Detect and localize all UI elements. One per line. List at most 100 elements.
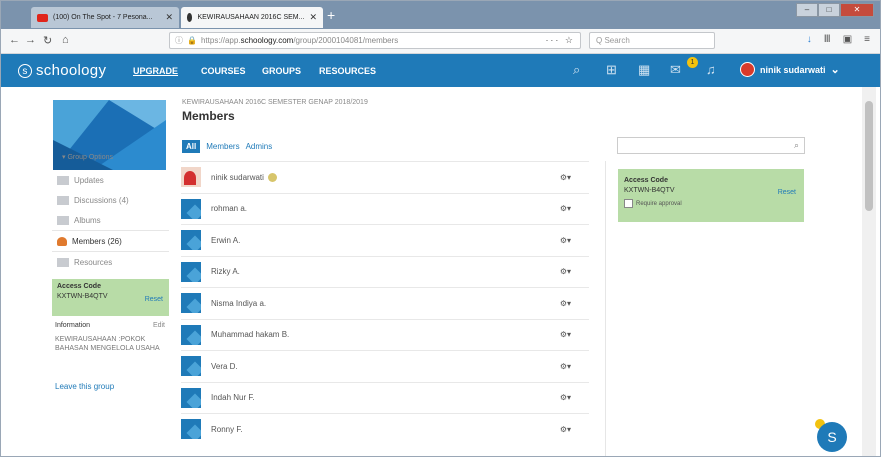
filter-members[interactable]: Members xyxy=(206,142,239,151)
list-item: Nisma Indiya a. ⚙▾ xyxy=(181,287,589,319)
browser-search-input[interactable]: Q Search xyxy=(589,32,715,49)
tab-label: (100) On The Spot - 7 Pesona... xyxy=(53,14,153,21)
menu-resources[interactable]: RESOURCES xyxy=(319,66,376,76)
member-name[interactable]: ninik sudarwati xyxy=(211,172,277,182)
tab-schoology[interactable]: KEWIRAUSAHAAN 2016C SEM... ✕ xyxy=(181,7,323,28)
member-name[interactable]: Erwin A. xyxy=(211,236,240,245)
member-search-input[interactable]: ⌕ xyxy=(617,137,805,154)
sidebar-item-discussions[interactable]: Discussions (4) xyxy=(52,190,169,210)
right-column: Access Code KXTWN-B4QTV Reset Require ap… xyxy=(605,161,816,456)
window-close-button[interactable]: ✕ xyxy=(840,3,874,17)
gear-icon[interactable]: ⚙▾ xyxy=(560,362,571,371)
list-item: Ronny F. ⚙▾ xyxy=(181,413,589,445)
gear-icon[interactable]: ⚙▾ xyxy=(560,299,571,308)
filter-admins[interactable]: Admins xyxy=(246,142,273,151)
checkbox-icon xyxy=(624,199,633,208)
gear-icon[interactable]: ⚙▾ xyxy=(560,393,571,402)
maximize-button[interactable]: □ xyxy=(818,3,840,17)
user-menu[interactable]: ninik sudarwati ⌄ xyxy=(740,62,840,77)
member-name[interactable]: Ronny F. xyxy=(211,425,243,434)
member-name[interactable]: Vera D. xyxy=(211,362,238,371)
sidebar-icon[interactable]: ▣ xyxy=(843,34,852,45)
access-code-value: KXTWN-B4QTV xyxy=(624,187,675,194)
back-button[interactable]: ← xyxy=(9,34,20,46)
sidebar-item-label: Members (26) xyxy=(72,236,122,246)
member-name[interactable]: Muhammad hakam B. xyxy=(211,330,289,339)
toolbar-icons: ↓ Ⅲ ▣ ≡ xyxy=(807,34,870,45)
close-icon[interactable]: ✕ xyxy=(165,12,173,23)
reload-button[interactable]: ↻ xyxy=(43,34,52,47)
list-item: Erwin A. ⚙▾ xyxy=(181,224,589,256)
gear-icon[interactable]: ⚙▾ xyxy=(560,267,571,276)
avatar[interactable] xyxy=(181,261,201,282)
menu-groups[interactable]: GROUPS xyxy=(262,66,301,76)
schoology-logo[interactable]: s schoology xyxy=(18,62,106,79)
menu-upgrade[interactable]: UPGRADE xyxy=(133,66,178,76)
download-icon[interactable]: ↓ xyxy=(807,34,812,45)
schoology-s-icon: s xyxy=(18,63,32,78)
member-name[interactable]: rohman a. xyxy=(211,204,247,213)
members-list: ninik sudarwati ⚙▾ rohman a. ⚙▾ Erwin A.… xyxy=(181,161,589,445)
gear-icon[interactable]: ⚙▾ xyxy=(560,236,571,245)
page-title: Members xyxy=(182,109,235,123)
gear-icon[interactable]: ⚙▾ xyxy=(560,204,571,213)
minimize-button[interactable]: – xyxy=(796,3,818,17)
menu-courses[interactable]: COURSES xyxy=(201,66,246,76)
avatar[interactable] xyxy=(181,167,201,188)
url-domain: schoology.com xyxy=(240,36,294,45)
sidebar-item-albums[interactable]: Albums xyxy=(52,210,169,230)
tab-label: KEWIRAUSAHAAN 2016C SEM... xyxy=(197,14,305,21)
sidebar-item-resources[interactable]: Resources xyxy=(52,252,169,272)
hamburger-menu-icon[interactable]: ≡ xyxy=(864,34,870,45)
gear-icon[interactable]: ⚙▾ xyxy=(560,173,571,182)
avatar[interactable] xyxy=(181,230,201,251)
group-options-menu[interactable]: ▾ Group Options xyxy=(62,153,113,161)
require-approval-checkbox[interactable]: Require approval xyxy=(624,199,798,208)
list-item: Indah Nur F. ⚙▾ xyxy=(181,381,589,414)
page-actions-menu[interactable]: ··· ☆ xyxy=(545,35,575,46)
avatar[interactable] xyxy=(181,387,201,408)
avatar[interactable] xyxy=(181,324,201,345)
sidebar-item-updates[interactable]: Updates xyxy=(52,170,169,190)
messages-icon[interactable]: ✉ xyxy=(670,62,681,78)
scrollbar[interactable] xyxy=(862,87,876,456)
access-code-title: Access Code xyxy=(624,177,668,184)
reset-link[interactable]: Reset xyxy=(778,189,796,196)
leave-group-link[interactable]: Leave this group xyxy=(55,382,114,391)
library-icon[interactable]: Ⅲ xyxy=(824,34,831,45)
member-name[interactable]: Rizky A. xyxy=(211,267,240,276)
close-icon[interactable]: ✕ xyxy=(309,12,317,23)
schoology-favicon-icon xyxy=(187,13,193,22)
home-button[interactable]: ⌂ xyxy=(62,34,69,46)
breadcrumb[interactable]: KEWIRAUSAHAAN 2016C SEMESTER GENAP 2018/… xyxy=(182,99,368,106)
filter-all[interactable]: All xyxy=(182,140,201,153)
reset-link[interactable]: Reset xyxy=(145,296,163,303)
information-title: Information xyxy=(55,322,91,329)
gear-icon[interactable]: ⚙▾ xyxy=(560,330,571,339)
calendar-icon[interactable]: ▦ xyxy=(638,62,650,78)
albums-icon xyxy=(57,215,69,225)
avatar[interactable] xyxy=(181,293,201,314)
gear-icon[interactable]: ⚙▾ xyxy=(560,425,571,434)
url-bar[interactable]: ⓘ 🔒 https://app. schoology.com/group/2000… xyxy=(169,32,581,49)
tab-youtube[interactable]: (100) On The Spot - 7 Pesona... ✕ xyxy=(31,7,179,28)
new-tab-button[interactable]: + xyxy=(327,8,335,22)
discussions-icon xyxy=(57,195,69,205)
schoology-help-button[interactable]: S xyxy=(817,422,847,452)
avatar[interactable] xyxy=(181,356,201,377)
scrollbar-thumb[interactable] xyxy=(865,101,873,211)
avatar[interactable] xyxy=(181,419,201,440)
member-name[interactable]: Indah Nur F. xyxy=(211,393,255,402)
window-controls: – □ ✕ xyxy=(796,3,874,17)
search-icon[interactable]: ⌕ xyxy=(573,62,580,78)
forward-button[interactable]: → xyxy=(25,34,36,46)
member-name[interactable]: Nisma Indiya a. xyxy=(211,299,266,308)
notifications-bell-icon[interactable]: ♫ xyxy=(706,62,716,77)
access-code-panel: Access Code KXTWN-B4QTV Reset Require ap… xyxy=(618,169,804,222)
youtube-icon xyxy=(37,13,48,22)
avatar[interactable] xyxy=(181,198,201,219)
edit-link[interactable]: Edit xyxy=(153,322,165,329)
apps-grid-icon[interactable]: ⊞ xyxy=(606,62,617,78)
sidebar-item-members[interactable]: Members (26) xyxy=(52,230,169,252)
badge-icon xyxy=(267,172,277,182)
